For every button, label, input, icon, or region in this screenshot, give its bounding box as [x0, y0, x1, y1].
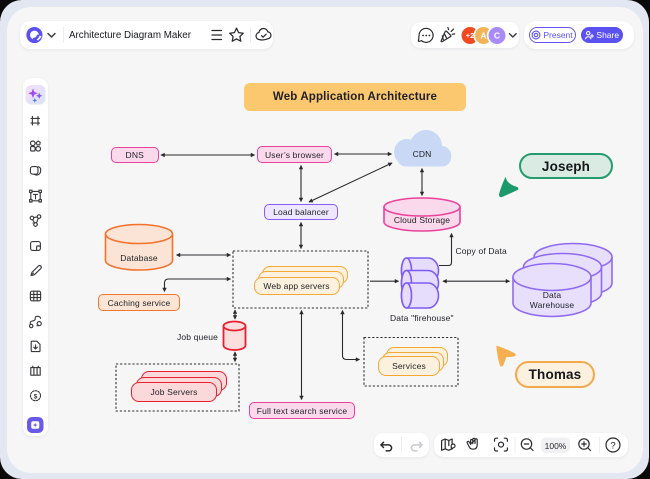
svg-text:A: A: [480, 31, 486, 41]
svg-text:+2: +2: [466, 31, 475, 40]
svg-text:C: C: [494, 31, 500, 41]
svg-text:$: $: [33, 394, 37, 401]
svg-text:100%: 100%: [544, 440, 566, 450]
svg-text:?: ?: [610, 440, 615, 451]
